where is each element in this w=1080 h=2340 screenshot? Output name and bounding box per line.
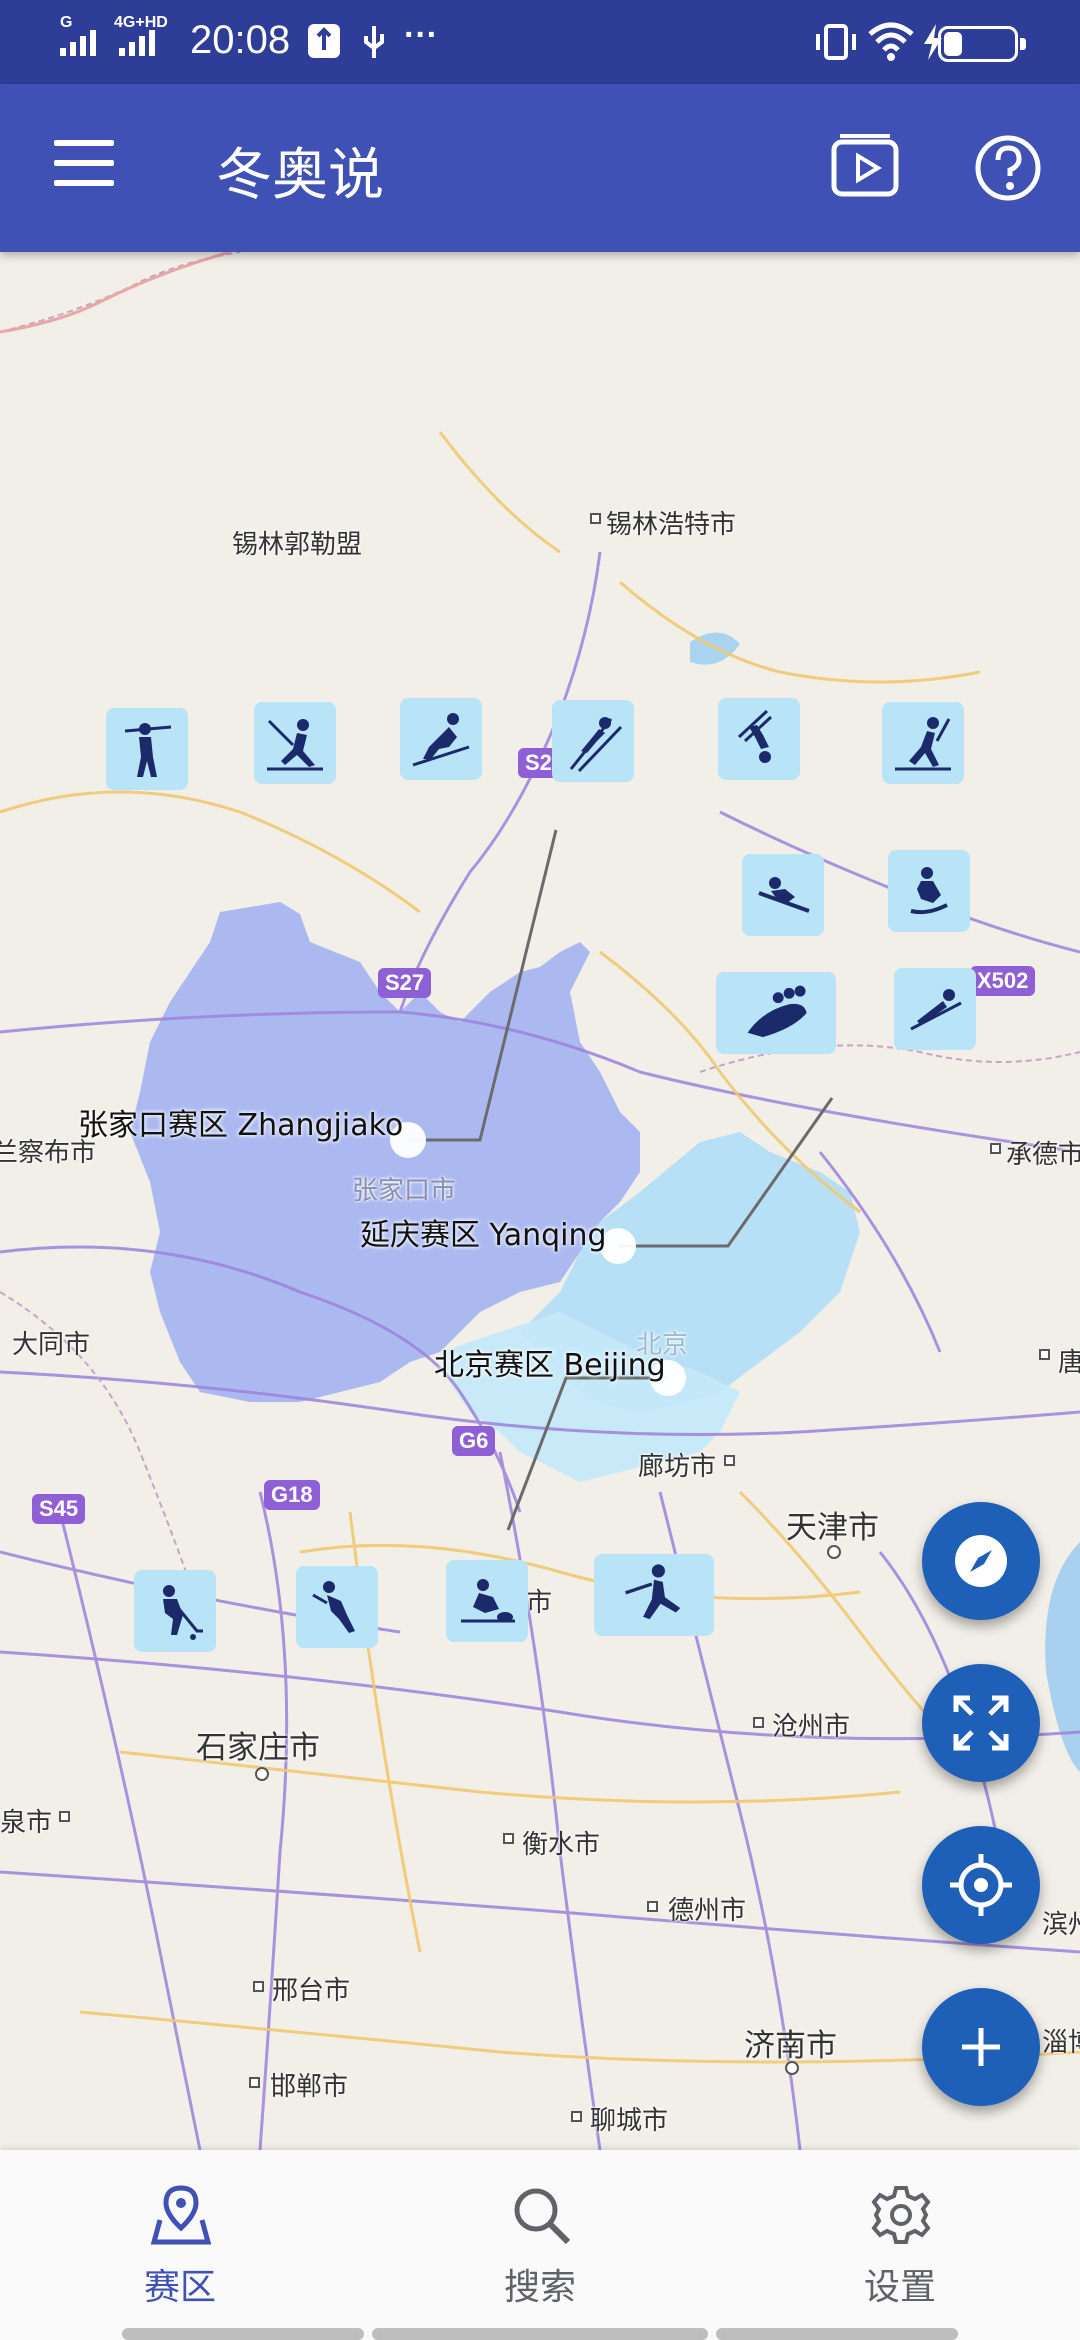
tab-zones[interactable]: 赛区 (0, 2150, 360, 2320)
city-label: 大同市 (12, 1330, 91, 1360)
battery-indicator: 25 (938, 26, 1026, 62)
city-label: 锡林浩特市 (606, 510, 737, 540)
locate-button[interactable] (922, 1826, 1040, 1944)
ice-hockey-icon[interactable] (134, 1570, 216, 1652)
skeleton-icon[interactable] (888, 850, 970, 932)
menu-icon (54, 140, 114, 146)
fullscreen-button[interactable] (922, 1664, 1040, 1782)
tab-settings[interactable]: 设置 (720, 2150, 1080, 2320)
zone-label-zhangjiakou[interactable]: 张家口赛区 Zhangjiako (78, 1100, 403, 1144)
tab-search-label: 搜索 (503, 2267, 576, 2308)
luge-icon[interactable] (894, 968, 976, 1050)
system-nav-indicator (372, 2328, 708, 2340)
city-label: 沧州市 (772, 1712, 851, 1742)
zone-label-beijing[interactable]: 北京赛区 Beijing (434, 1340, 666, 1384)
wifi-icon (868, 22, 914, 61)
city-label: 泉市 (0, 1808, 53, 1838)
nordic-combined-icon[interactable] (882, 702, 964, 784)
city-label: 德州市 (668, 1896, 747, 1926)
road-shield: G18 (264, 1480, 320, 1510)
city-label: 唐 (1058, 1348, 1080, 1378)
biathlon-icon[interactable] (106, 708, 188, 790)
status-bar: G 4G+HD 20:08 ··· 25 (0, 0, 1080, 84)
city-label: 邢台市 (272, 1976, 351, 2006)
speed-skating-icon[interactable] (296, 1566, 378, 1648)
tab-search[interactable]: 搜索 (360, 2150, 720, 2320)
battery-percent: 25 (964, 27, 992, 54)
city-label: 聊城市 (590, 2106, 669, 2136)
clock: 20:08 (190, 18, 291, 62)
system-nav-indicator (122, 2328, 364, 2340)
city-label: 济南市 (744, 2028, 837, 2064)
more-notifications: ··· (404, 16, 438, 54)
map-base (0, 252, 1080, 2150)
app-bar: 冬奥说 (0, 84, 1080, 252)
compass-button[interactable] (922, 1502, 1040, 1620)
locate-icon (950, 1854, 1012, 1916)
system-nav-indicator (716, 2328, 958, 2340)
city-label: 邯郸市 (270, 2072, 349, 2102)
bobsleigh-icon[interactable] (716, 972, 836, 1054)
figure-skating-icon[interactable] (594, 1554, 714, 1636)
tab-zones-label: 赛区 (143, 2267, 216, 2308)
fullscreen-icon (953, 1695, 1009, 1751)
road-shield: S45 (32, 1494, 86, 1524)
road-shield: G6 (452, 1426, 496, 1456)
menu-button[interactable] (54, 140, 114, 190)
vibrate-icon (816, 24, 856, 60)
usb-icon (364, 26, 384, 58)
city-label: 承德市 (1006, 1140, 1080, 1170)
add-icon (962, 2028, 1000, 2066)
city-label: 滨州市 (1042, 1910, 1080, 1940)
usb-debug-icon (308, 24, 340, 58)
tab-settings-label: 设置 (863, 2267, 936, 2308)
city-label: 天津市 (786, 1510, 879, 1546)
zone-label-yanqing[interactable]: 延庆赛区 Yanqing (360, 1210, 607, 1254)
road-shield: X502 (970, 966, 1036, 996)
snowboard-icon[interactable] (742, 854, 824, 936)
app-title: 冬奥说 (216, 143, 384, 208)
map-view[interactable]: 锡林郭勒盟 锡林浩特市 兰察布市 张家口市 承德市 大同市 北京 廊坊市 天津市… (0, 252, 1080, 2150)
city-label: 石家庄市 (196, 1730, 320, 1766)
city-label: 锡林郭勒盟 (232, 530, 363, 560)
cell-signal-icon (60, 30, 96, 56)
ski-jumping-icon[interactable] (552, 700, 634, 782)
settings-icon (871, 2186, 931, 2244)
alpine-skiing-icon[interactable] (400, 698, 482, 780)
compass-icon (955, 1535, 1007, 1587)
cross-country-skiing-icon[interactable] (254, 702, 336, 784)
add-button[interactable] (922, 1988, 1040, 2106)
freestyle-skiing-icon[interactable] (718, 698, 800, 780)
search-icon (514, 2188, 571, 2245)
video-icon[interactable] (828, 130, 904, 206)
city-label: 淄博 (1042, 2028, 1080, 2058)
map-pin-icon (150, 2185, 212, 2245)
city-label: 衡水市 (522, 1830, 601, 1860)
help-icon[interactable] (970, 130, 1046, 206)
bottom-nav: 赛区 搜索 设置 (0, 2150, 1080, 2340)
curling-icon[interactable] (446, 1560, 528, 1642)
city-label: 廊坊市 (638, 1452, 717, 1482)
city-label: 张家口市 (352, 1176, 457, 1206)
road-shield: S27 (378, 968, 432, 998)
city-label: 市 (526, 1588, 553, 1618)
cell-signal-2-icon (119, 30, 155, 56)
